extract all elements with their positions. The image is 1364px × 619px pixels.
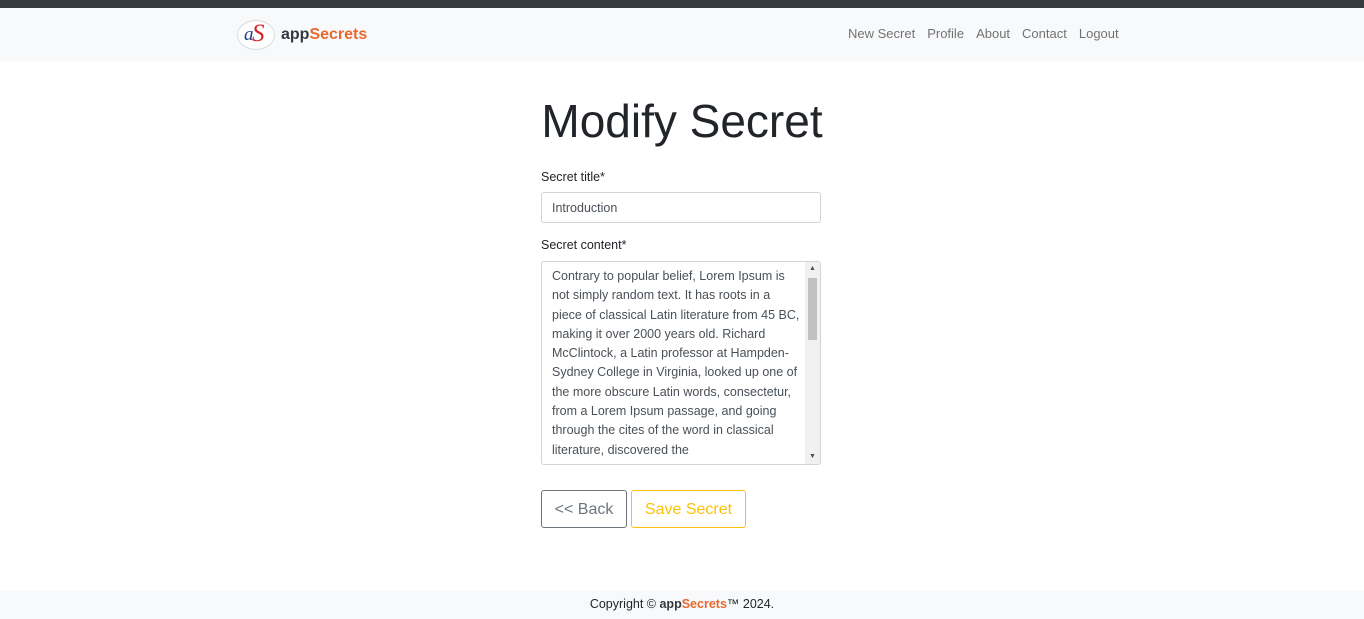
secret-title-input[interactable] bbox=[541, 192, 821, 223]
nav-new-secret[interactable]: New Secret bbox=[842, 26, 921, 41]
secret-content-text: Contrary to popular belief, Lorem Ipsum … bbox=[552, 269, 800, 457]
footer-copyright-prefix: Copyright © bbox=[589, 597, 660, 611]
brand-name-part1: app bbox=[281, 25, 310, 43]
textarea-scrollbar[interactable]: ▲ ▼ bbox=[805, 262, 820, 464]
brand-name-part2: Secrets bbox=[309, 25, 368, 43]
brand-name: appSecrets bbox=[281, 26, 367, 44]
nav-profile[interactable]: Profile bbox=[921, 26, 970, 41]
save-secret-button[interactable]: Save Secret bbox=[631, 490, 746, 528]
navbar: a S appSecrets New Secret Profile About … bbox=[0, 8, 1364, 61]
footer: Copyright © appSecrets™ 2024. bbox=[0, 591, 1364, 619]
scroll-down-arrow-icon[interactable]: ▼ bbox=[805, 450, 820, 464]
page-title: Modify Secret bbox=[541, 95, 823, 147]
nav-links: New Secret Profile About Contact Logout bbox=[842, 26, 1125, 41]
footer-copyright-suffix: ™ 2024. bbox=[726, 597, 775, 611]
top-accent-bar bbox=[0, 0, 1364, 8]
scrollbar-thumb[interactable] bbox=[808, 278, 817, 340]
secret-title-label: Secret title* bbox=[541, 170, 605, 184]
brand-logo-icon: a S bbox=[237, 19, 275, 50]
modify-secret-form: Secret title* Secret content* Contrary t… bbox=[541, 170, 821, 528]
footer-brand-part1: app bbox=[659, 597, 682, 611]
nav-about[interactable]: About bbox=[970, 26, 1016, 41]
secret-content-textarea[interactable]: Contrary to popular belief, Lorem Ipsum … bbox=[541, 261, 821, 465]
nav-contact[interactable]: Contact bbox=[1016, 26, 1073, 41]
nav-logout[interactable]: Logout bbox=[1073, 26, 1125, 41]
logo-letter-s: S bbox=[252, 19, 265, 47]
brand-link[interactable]: a S appSecrets bbox=[237, 18, 367, 51]
scroll-up-arrow-icon[interactable]: ▲ bbox=[805, 262, 820, 276]
secret-content-label: Secret content* bbox=[541, 238, 627, 252]
back-button[interactable]: << Back bbox=[541, 490, 627, 528]
footer-brand-part2: Secrets bbox=[681, 597, 727, 611]
